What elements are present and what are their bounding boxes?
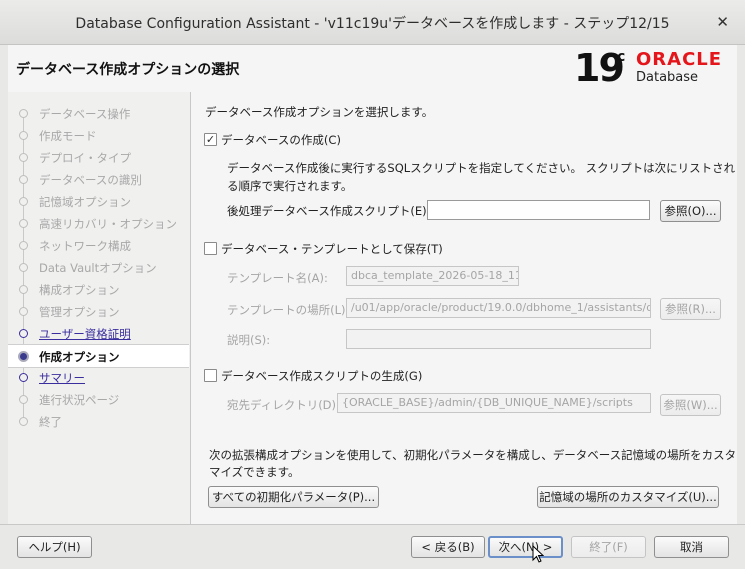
- nav-step-label: 終了: [39, 415, 62, 429]
- nav-step: 記憶域オプション: [8, 190, 189, 212]
- nav-step: データベースの識別: [8, 168, 189, 190]
- step-marker-icon: [19, 285, 28, 294]
- browse-script-button[interactable]: 参照(O)...: [660, 200, 721, 222]
- gen-scripts-checkbox[interactable]: [204, 369, 217, 382]
- main-panel: データベース作成オプションを選択します。 ✓ データベースの作成(C) データベ…: [191, 92, 737, 524]
- step-marker-icon: [19, 417, 28, 426]
- nav-step-label: 進行状況ページ: [39, 393, 120, 407]
- nav-step-label: データベース操作: [39, 107, 131, 121]
- step-marker-icon: [18, 351, 29, 362]
- nav-step: 構成オプション: [8, 278, 189, 300]
- nav-step-label: デプロイ・タイプ: [39, 151, 131, 165]
- nav-step: 終了: [8, 410, 189, 432]
- help-button[interactable]: ヘルプ(H): [17, 536, 92, 558]
- next-button[interactable]: 次へ(N) >: [488, 536, 563, 558]
- finish-button[interactable]: 終了(F): [571, 536, 646, 558]
- mouse-cursor-icon: [532, 545, 544, 563]
- step-navigation: データベース操作 作成モードデプロイ・タイプ データベースの識別 記憶域オプション高速…: [8, 92, 191, 524]
- step-marker-icon: [19, 263, 28, 272]
- nav-step-label[interactable]: 作成オプション: [39, 349, 120, 365]
- template-desc-label: 説明(S):: [227, 333, 271, 347]
- step-marker-icon: [19, 307, 28, 316]
- template-name-field[interactable]: dbca_template_2026-05-18_11-: [346, 266, 519, 286]
- nav-step: 進行状況ページ: [8, 388, 189, 410]
- gen-scripts-label[interactable]: データベース作成スクリプトの生成(G): [221, 368, 422, 384]
- browse-template-button[interactable]: 参照(R)...: [660, 298, 721, 320]
- nav-step-label: 高速リカバリ・オプション: [39, 217, 177, 231]
- window-titlebar: Database Configuration Assistant - 'v11c…: [0, 0, 745, 45]
- step-marker-icon: [19, 153, 28, 162]
- nav-step: データベース操作: [8, 102, 189, 124]
- page-title: データベース作成オプションの選択: [16, 62, 240, 78]
- nav-step[interactable]: 作成オプション: [8, 344, 189, 368]
- create-db-label[interactable]: データベースの作成(C): [221, 132, 341, 148]
- nav-step-label: データベースの識別: [39, 173, 142, 187]
- nav-step-label: ネットワーク構成: [39, 239, 131, 253]
- page-header: データベース作成オプションの選択 19 c ORACLE Database: [8, 45, 737, 93]
- template-location-field[interactable]: /u01/app/oracle/product/19.0.0/dbhome_1/…: [346, 298, 651, 318]
- step-marker-icon: [19, 395, 28, 404]
- close-icon[interactable]: ✕: [716, 14, 729, 30]
- step-marker-icon: [19, 219, 28, 228]
- create-db-desc-line2: る順序で実行されます。: [227, 179, 353, 193]
- nav-step: 管理オプション: [8, 300, 189, 322]
- oracle-logo-product: Database: [636, 70, 699, 85]
- dest-dir-label: 宛先ディレクトリ(D):: [227, 398, 340, 412]
- oracle-logo-brand: ORACLE: [636, 49, 723, 70]
- window-title: Database Configuration Assistant - 'v11c…: [75, 16, 670, 32]
- create-db-desc-line1: データベース作成後に実行するSQLスクリプトを指定してください。 スクリプトは次…: [227, 161, 736, 175]
- step-marker-icon: [19, 329, 28, 338]
- template-desc-field[interactable]: [346, 329, 651, 349]
- footer-bar: ヘルプ(H) < 戻る(B) 次へ(N) > 終了(F) 取消: [0, 524, 745, 569]
- step-marker-icon: [19, 131, 28, 140]
- nav-step-label: 記憶域オプション: [39, 195, 131, 209]
- nav-step[interactable]: サマリー: [8, 366, 189, 388]
- nav-step: 作成モード: [8, 124, 189, 146]
- nav-step-label[interactable]: ユーザー資格証明: [39, 326, 131, 342]
- step-marker-icon: [19, 175, 28, 184]
- create-db-checkbox[interactable]: ✓: [204, 133, 217, 146]
- all-init-params-button[interactable]: すべての初期化パラメータ(P)...: [208, 486, 379, 508]
- nav-step: デプロイ・タイプ: [8, 146, 189, 168]
- post-script-label: 後処理データベース作成スクリプト(E):: [227, 204, 431, 218]
- back-button[interactable]: < 戻る(B): [411, 536, 485, 558]
- nav-step[interactable]: ユーザー資格証明: [8, 322, 189, 344]
- nav-step-label[interactable]: サマリー: [39, 370, 85, 386]
- advanced-text-line2: マイズできます。: [209, 465, 300, 479]
- dest-dir-field[interactable]: {ORACLE_BASE}/admin/{DB_UNIQUE_NAME}/scr…: [337, 393, 651, 413]
- oracle-logo-version: 19: [574, 46, 625, 90]
- intro-text: データベース作成オプションを選択します。: [205, 105, 434, 119]
- nav-step-label: Data Vaultオプション: [39, 261, 157, 275]
- customize-storage-button[interactable]: 記憶域の場所のカスタマイズ(U)...: [537, 486, 719, 508]
- nav-step-label: 管理オプション: [39, 305, 120, 319]
- nav-step-label: 構成オプション: [39, 283, 120, 297]
- step-marker-icon: [19, 109, 28, 118]
- nav-step: ネットワーク構成: [8, 234, 189, 256]
- nav-step: Data Vaultオプション: [8, 256, 189, 278]
- post-script-input[interactable]: [427, 200, 650, 220]
- template-name-label: テンプレート名(A):: [227, 271, 328, 285]
- nav-step-label: 作成モード: [39, 129, 97, 143]
- step-marker-icon: [19, 197, 28, 206]
- save-template-checkbox[interactable]: [204, 242, 217, 255]
- cancel-button[interactable]: 取消: [654, 536, 729, 558]
- oracle-logo-suffix: c: [617, 49, 626, 65]
- template-location-label: テンプレートの場所(L):: [227, 303, 350, 317]
- advanced-text-line1: 次の拡張構成オプションを使用して、初期化パラメータを構成し、データベース記憶域の…: [209, 448, 737, 462]
- nav-step: 高速リカバリ・オプション: [8, 212, 189, 234]
- save-template-label[interactable]: データベース・テンプレートとして保存(T): [221, 241, 443, 257]
- step-marker-icon: [19, 241, 28, 250]
- browse-dest-button[interactable]: 参照(W)...: [660, 394, 721, 416]
- step-marker-icon: [19, 373, 28, 382]
